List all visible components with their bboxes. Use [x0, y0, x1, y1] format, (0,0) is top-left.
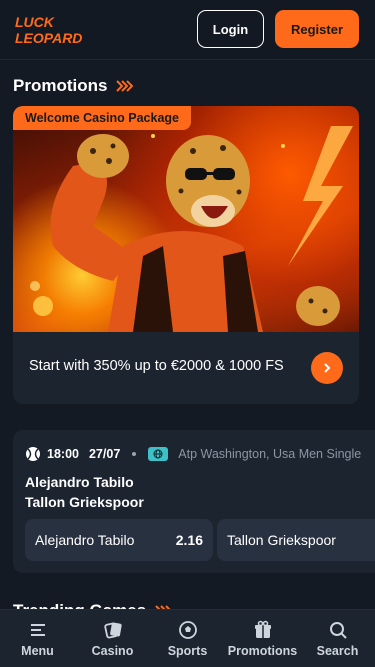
- nav-label: Sports: [167, 643, 208, 658]
- gift-icon: [254, 620, 271, 638]
- nav-item-sports[interactable]: Sports: [150, 610, 225, 667]
- login-button[interactable]: Login: [197, 10, 264, 48]
- nav-label: Casino: [91, 643, 134, 658]
- promo-banner-image: Welcome Casino Package: [13, 106, 359, 332]
- double-chevron-right-icon: [116, 80, 134, 92]
- bottom-nav: Menu Casino Sports Promotions Search: [0, 609, 375, 667]
- luck-leopard-logo[interactable]: LUCK LEOPARD: [13, 13, 93, 47]
- nav-item-casino[interactable]: Casino: [75, 610, 150, 667]
- search-icon: [329, 621, 347, 639]
- nav-item-menu[interactable]: Menu: [0, 610, 75, 667]
- match-meta: 18:00 27/07 Atp Washington, Usa Men Sing…: [25, 446, 375, 462]
- odd-label: Tallon Griekspoor: [227, 532, 336, 548]
- odd-button-home[interactable]: Alejandro Tabilo 2.16: [25, 519, 213, 561]
- promo-tag: Welcome Casino Package: [13, 106, 192, 130]
- nav-label: Menu: [21, 643, 54, 658]
- promo-description: Start with 350% up to €2000 & 1000 FS: [29, 358, 284, 374]
- promotions-heading[interactable]: Promotions: [13, 76, 134, 96]
- separator-dot: [132, 452, 137, 456]
- nav-label: Search: [316, 643, 359, 658]
- match-time: 18:00: [47, 447, 79, 461]
- match-date: 27/07: [88, 447, 121, 461]
- svg-text:LUCK: LUCK: [15, 14, 55, 30]
- match-card[interactable]: 18:00 27/07 Atp Washington, Usa Men Sing…: [13, 430, 375, 573]
- leopard-illustration: [30, 126, 353, 332]
- tennis-ball-icon: [26, 447, 40, 461]
- menu-icon: [30, 623, 45, 636]
- soccer-ball-icon: [178, 620, 197, 639]
- promo-arrow-button[interactable]: [311, 352, 343, 384]
- team-home: Alejandro Tabilo: [25, 474, 134, 490]
- nav-item-promotions[interactable]: Promotions: [225, 610, 300, 667]
- promotions-title: Promotions: [13, 76, 108, 95]
- team-away: Tallon Griekspoor: [25, 494, 144, 510]
- promo-footer: Start with 350% up to €2000 & 1000 FS: [13, 332, 359, 404]
- odd-button-away[interactable]: Tallon Griekspoor: [217, 519, 375, 561]
- top-header: LUCK LEOPARD Login Register: [0, 0, 375, 60]
- nav-label: Promotions: [227, 643, 298, 658]
- casino-icon: [103, 622, 122, 638]
- odd-label: Alejandro Tabilo: [35, 532, 135, 548]
- match-league: Atp Washington, Usa Men Single: [178, 447, 362, 461]
- svg-text:LEOPARD: LEOPARD: [15, 30, 82, 46]
- chevron-right-icon: [324, 363, 331, 373]
- register-button[interactable]: Register: [275, 10, 359, 48]
- odd-value: 2.16: [175, 532, 203, 548]
- promo-card[interactable]: Welcome Casino Package Start with 350% u…: [13, 106, 359, 404]
- globe-icon: [148, 447, 169, 461]
- nav-item-search[interactable]: Search: [300, 610, 375, 667]
